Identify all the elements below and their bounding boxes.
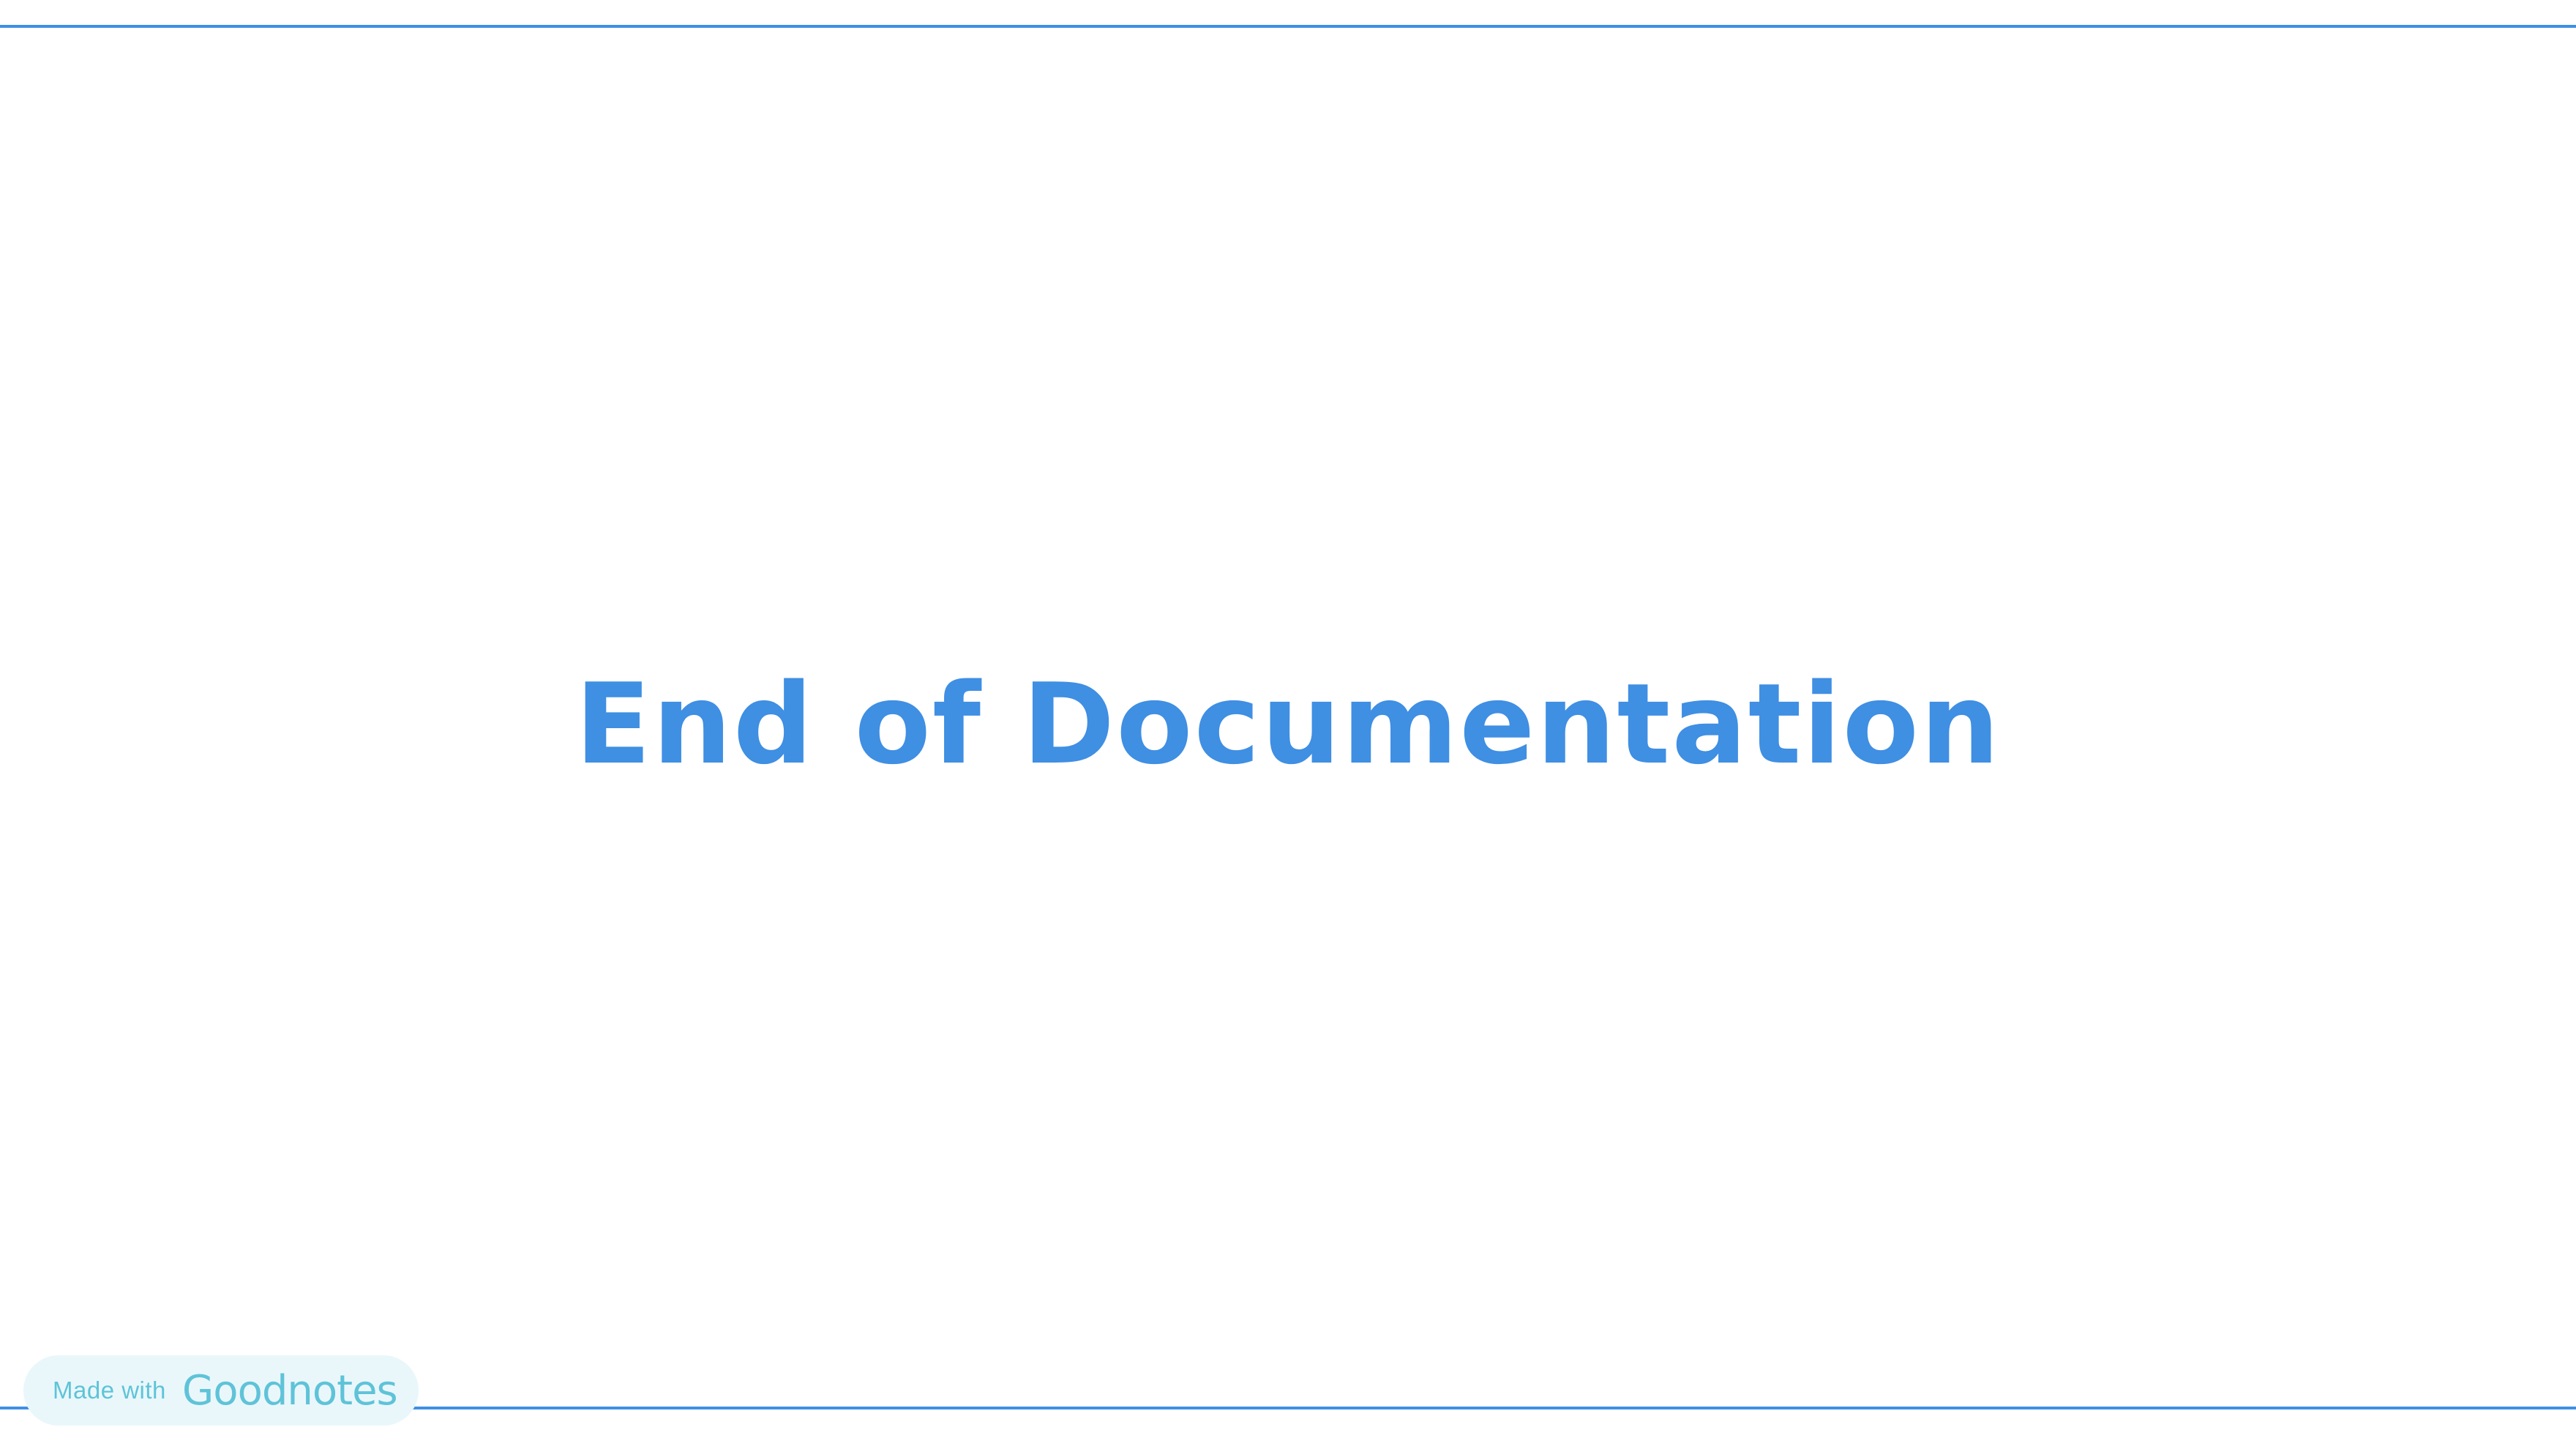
goodnotes-logo: Goodnotes: [181, 1366, 398, 1415]
top-rule: [0, 25, 2576, 28]
badge-made-with-label: Made with: [53, 1377, 166, 1404]
made-with-goodnotes-badge[interactable]: Made with Goodnotes: [23, 1355, 419, 1426]
document-page: End of Documentation Made with Goodnotes: [0, 0, 2576, 1449]
page-title: End of Documentation: [574, 659, 2002, 789]
